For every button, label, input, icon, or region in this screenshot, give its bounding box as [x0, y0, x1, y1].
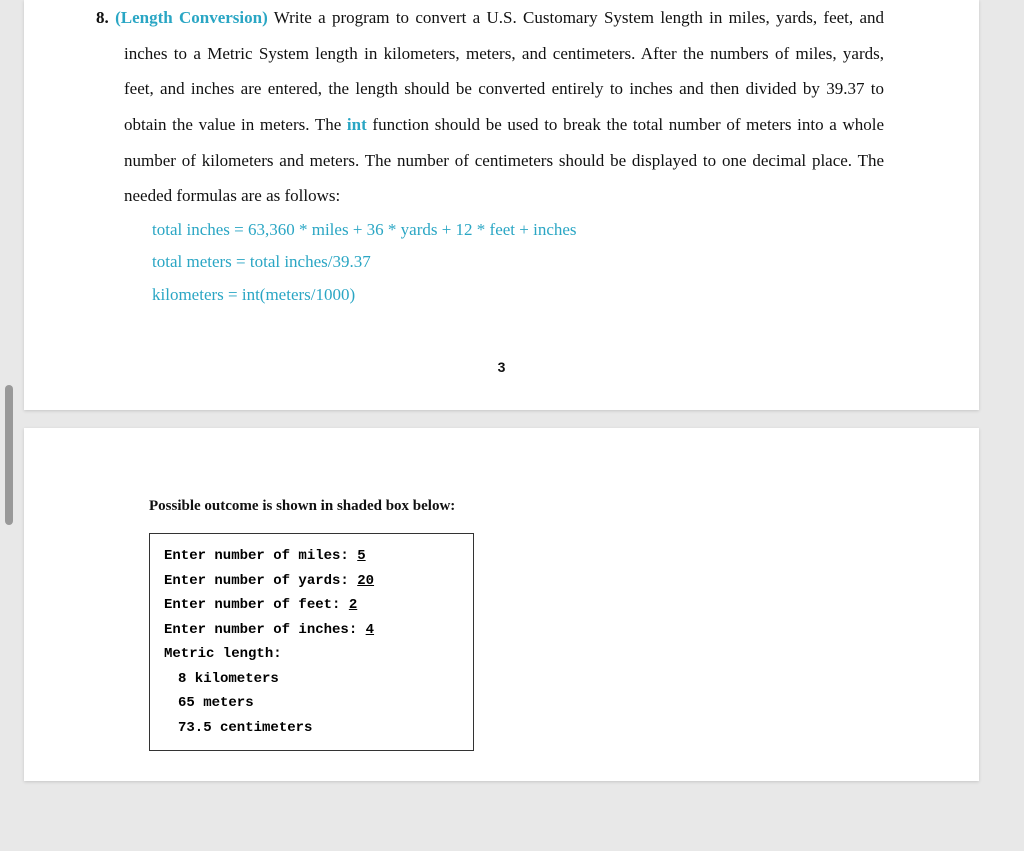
input-inches: 4	[366, 622, 374, 638]
metric-heading: Metric length:	[164, 642, 459, 667]
page-number: 3	[119, 359, 884, 375]
prompt-miles: Enter number of miles: 5	[164, 544, 459, 569]
formula-line-3: kilometers = int(meters/1000)	[152, 279, 884, 311]
problem-title: (Length Conversion)	[115, 8, 268, 27]
problem-block: 8. (Length Conversion) Write a program t…	[124, 0, 884, 311]
input-yards: 20	[357, 573, 374, 589]
outcome-heading: Possible outcome is shown in shaded box …	[149, 498, 884, 515]
int-keyword: int	[347, 115, 367, 134]
scrollbar-thumb[interactable]	[5, 385, 13, 525]
document-page-bottom: Possible outcome is shown in shaded box …	[24, 428, 979, 781]
output-cm: 73.5 centimeters	[178, 716, 459, 741]
input-miles: 5	[357, 548, 365, 564]
prompt-inches: Enter number of inches: 4	[164, 618, 459, 643]
code-output-box: Enter number of miles: 5 Enter number of…	[149, 533, 474, 751]
problem-text: 8. (Length Conversion) Write a program t…	[124, 0, 884, 214]
output-km: 8 kilometers	[178, 667, 459, 692]
formula-line-1: total inches = 63,360 * miles + 36 * yar…	[152, 214, 884, 246]
document-page-top: 8. (Length Conversion) Write a program t…	[24, 0, 979, 410]
problem-number: 8.	[96, 8, 109, 27]
prompt-feet: Enter number of feet: 2	[164, 593, 459, 618]
output-m: 65 meters	[178, 691, 459, 716]
prompt-yards: Enter number of yards: 20	[164, 569, 459, 594]
formula-line-2: total meters = total inches/39.37	[152, 246, 884, 278]
input-feet: 2	[349, 597, 357, 613]
